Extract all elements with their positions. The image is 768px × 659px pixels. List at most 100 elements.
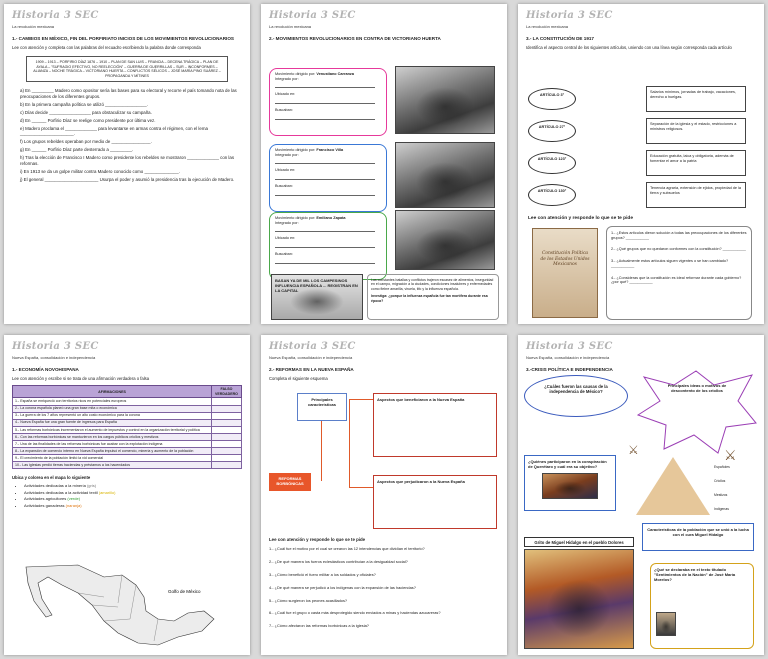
page-subtitle: La revolución mexicana — [12, 23, 55, 29]
article-description[interactable]: Separación de la iglesia y el estado, re… — [646, 118, 746, 144]
answer-cell[interactable] — [211, 461, 242, 470]
movement-box-villa: Movimiento dirigido por: Francisco Villa… — [269, 144, 387, 212]
answer-cell[interactable] — [211, 411, 242, 420]
table-row: 1.- España se enriqueció con territorios… — [12, 397, 242, 406]
document-title: Constitución Política de los Estados Uni… — [540, 251, 590, 267]
answer-cell[interactable] — [211, 425, 242, 434]
benefits-box[interactable]: Aspectos que beneficiaron a la Nueva Esp… — [373, 393, 497, 457]
poster-text: BASAN YA DE MIL LOS CAMPESINOS INFLUENCI… — [275, 278, 358, 293]
connector-line — [321, 421, 322, 481]
brand-title: Historia 3 SEC — [12, 341, 99, 352]
article-description[interactable]: Educación gratuita, laica y obligatoria,… — [646, 150, 746, 176]
answer-cell[interactable] — [211, 404, 242, 413]
harms-box[interactable]: Aspectos que perjudicaron a la Nueva Esp… — [373, 475, 497, 529]
table-header: AFIRMACIONES — [12, 385, 212, 399]
answer-cell[interactable] — [211, 397, 242, 406]
photo-carranza — [395, 66, 495, 134]
brand-title: Historia 3 SEC — [526, 10, 613, 21]
connector-line — [349, 399, 350, 487]
population-box[interactable]: Características de la población que se u… — [642, 523, 754, 551]
statement-cell: 10.- Las iglesias perdió tierras haciend… — [12, 461, 212, 470]
star-label: Principales ideas o motivos de desconten… — [667, 383, 727, 393]
question-item: e) Madero proclama el _____________ para… — [20, 125, 208, 137]
statement-cell: 3.- La guerra de los 7 años representó u… — [12, 411, 212, 420]
answer-cell[interactable] — [211, 432, 242, 441]
constitution-questions: 1.- ¿Estos artículos dieron solución a t… — [606, 226, 752, 320]
article-description[interactable]: Salarios mínimos, jornadas de trabajo, v… — [646, 86, 746, 112]
swords-icon: ⚔ — [724, 447, 737, 463]
answer-cell[interactable] — [211, 439, 242, 449]
page-subtitle: Nueva España, consolidación e independen… — [12, 354, 96, 360]
movement-leader: Venustiano Carranza — [316, 72, 354, 76]
legend-text: Actividades dedicadas a la minería — [24, 483, 86, 489]
table-row: 3.- La guerra de los 7 años representó u… — [12, 411, 242, 420]
question-item: 4.- ¿De qué manera se perjudicó a los in… — [269, 584, 416, 590]
question-list: 1.- ¿Cuál fue el motivo por el cual se c… — [269, 546, 497, 629]
legend-text: Actividades agricultores — [24, 496, 67, 502]
movement-label: Movimiento dirigido por: — [275, 148, 316, 152]
answer-line[interactable] — [275, 157, 375, 165]
criollos-star-shape[interactable]: Principales ideas o motivos de desconten… — [634, 369, 758, 455]
answer-line[interactable] — [275, 173, 375, 181]
brand-title: Historia 3 SEC — [269, 341, 356, 352]
question-item: 7.- ¿Cómo afectaron las reformas borbóni… — [269, 623, 369, 629]
article-oval[interactable]: ARTÍCULO 3° — [528, 88, 576, 110]
answer-cell[interactable] — [211, 454, 242, 463]
answer-line[interactable] — [275, 257, 375, 264]
instruction-text: Lee con atención y completa con las pala… — [12, 45, 201, 51]
pyramid-label: Mestizos — [714, 493, 728, 497]
question-item: i) En 1913 se da un golpe militar contra… — [20, 168, 180, 174]
answer-cell[interactable] — [211, 418, 242, 427]
answer-cell[interactable] — [211, 446, 242, 456]
page-subtitle: Nueva España, consolidación e independen… — [269, 354, 353, 360]
answer-line[interactable] — [275, 97, 375, 105]
movement-box-carranza: Movimiento dirigido por: Venustiano Carr… — [269, 68, 387, 136]
article-oval[interactable]: ARTÍCULO 130° — [528, 184, 576, 206]
answer-line[interactable] — [275, 81, 375, 89]
conspiracy-box[interactable]: ¿Quiénes participaron en la conspiración… — [524, 455, 616, 511]
question-item: b) En la primera campaña política se uti… — [20, 101, 148, 107]
statement-cell: 4.- Nueva España fue una gran fuente de … — [12, 418, 212, 427]
question-item: 1.- ¿Cuál fue el motivo por el cual se c… — [269, 546, 425, 551]
question-item: 6.- ¿Cuál fue el grupo o casta más despr… — [269, 610, 441, 616]
statement-cell: 7.- Una de las finalidades de las reform… — [12, 439, 212, 449]
photo-zapata — [395, 210, 495, 270]
worksheet-page-5: Historia 3 SEC Nueva España, consolidaci… — [261, 335, 507, 655]
connector-line — [349, 487, 373, 488]
page-subtitle: Nueva España, consolidación e independen… — [526, 354, 610, 360]
word-bank: 1909 – 1913 – PORFIRIO DÍAZ 1876 – 1910 … — [26, 56, 228, 83]
answer-line[interactable] — [275, 189, 375, 196]
question-item: c) Días decide _________________ para ob… — [20, 109, 152, 115]
map-instruction: Ubica y colorea en el mapa lo siguiente — [12, 475, 91, 481]
table-row: 9.- El crecimiento de la población limit… — [12, 454, 242, 463]
map-legend: Actividades dedicadas a la minería (gris… — [12, 483, 242, 508]
article-oval[interactable]: ARTÍCULO 27° — [528, 120, 576, 142]
influenza-note: Las constantes batallas y conflictos tra… — [367, 274, 499, 320]
brand-title: Historia 3 SEC — [12, 10, 99, 21]
page-subtitle: La revolución mexicana — [526, 23, 569, 29]
question-item: 2.- ¿De qué manera los fueros eclesiásti… — [269, 558, 408, 564]
legend-color-tag: (naranja) — [65, 502, 82, 508]
caste-pyramid: Españoles Criollos Mestizos Indígenas — [636, 457, 730, 515]
note-question: Investiga: ¿porque la influenza española… — [371, 294, 488, 303]
statement-cell: 6.- Con las reformas borbónicas se mantu… — [12, 432, 212, 441]
question-item: 5.- ¿Cómo surgieron los peones acasillad… — [269, 597, 348, 603]
question-item: h) Tras la elección de Francisco I Mader… — [20, 155, 235, 166]
answer-line[interactable] — [275, 241, 375, 249]
morelos-box[interactable]: ¿Qué se declaraba en el texto titulado "… — [650, 563, 754, 649]
section-title: 1.- ECONOMÍA NOVOHISPANA — [12, 366, 79, 372]
question-item: a) En _________ Madero como opositor ser… — [20, 88, 237, 99]
brand-title: Historia 3 SEC — [269, 10, 356, 21]
movement-box-zapata: Movimiento dirigido por: Emiliano Zapata… — [269, 212, 387, 280]
article-oval[interactable]: ARTÍCULO 123° — [528, 152, 576, 174]
answer-line[interactable] — [275, 113, 375, 120]
mexico-map[interactable]: Golfo de México — [18, 563, 228, 649]
causes-cloud[interactable]: ¿Cuáles fueron las causas de la independ… — [524, 375, 628, 417]
worksheet-page-4: Historia 3 SEC Nueva España, consolidaci… — [4, 335, 250, 655]
legend-color-tag: (amarillo) — [98, 489, 116, 495]
article-description[interactable]: Tenencia agraria, extensión de ejidos, p… — [646, 182, 746, 208]
answer-line[interactable] — [275, 225, 375, 233]
worksheet-page-1: Historia 3 SEC La revolución mexicana 1.… — [4, 4, 250, 324]
read-title: Lee con atención y responde lo que se te… — [269, 537, 366, 542]
legend-item: Actividades dedicadas a la minería (gris… — [24, 483, 242, 488]
